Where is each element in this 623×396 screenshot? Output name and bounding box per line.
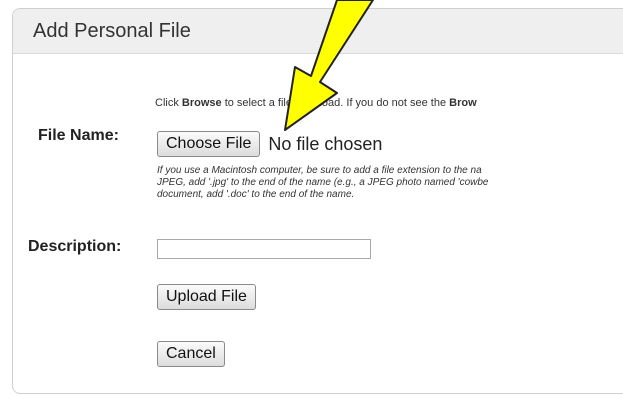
callout-arrow-icon	[284, 0, 374, 131]
callout-arrow-shape	[284, 0, 374, 131]
